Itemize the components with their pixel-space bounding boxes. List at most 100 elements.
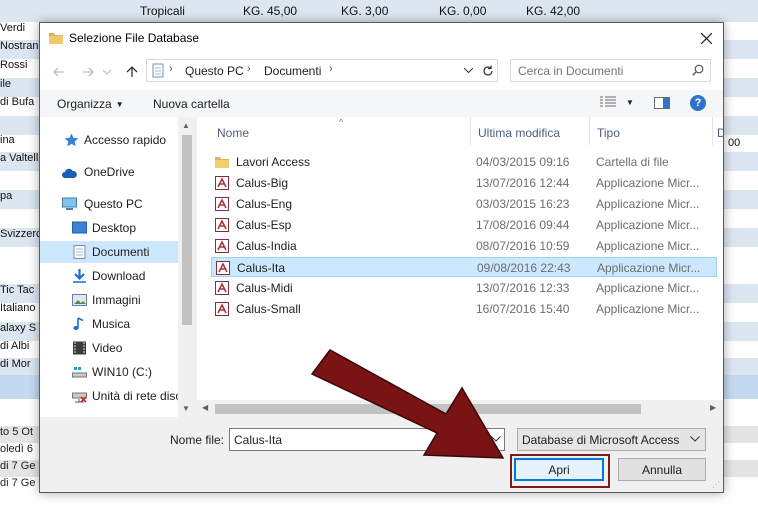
- sidebar-item-network-drive[interactable]: Unità di rete disc: [40, 385, 178, 407]
- command-toolbar: Organizza ▼ Nuova cartella ▼ ?: [40, 90, 723, 117]
- file-type: Applicazione Micr...: [596, 302, 700, 316]
- recent-locations-button[interactable]: [100, 62, 114, 82]
- address-bar[interactable]: › Questo PC › Documenti ›: [146, 59, 498, 82]
- file-type: Applicazione Micr...: [596, 176, 700, 190]
- sidebar-item-onedrive[interactable]: OneDrive: [40, 161, 178, 183]
- up-button[interactable]: [122, 62, 142, 82]
- new-folder-button[interactable]: Nuova cartella: [153, 97, 230, 111]
- file-row[interactable]: Calus-Big 13/07/2016 12:44 Applicazione Mi…: [211, 173, 717, 193]
- scrollbar-thumb[interactable]: [215, 404, 641, 414]
- address-dropdown-button[interactable]: [458, 59, 478, 82]
- file-type: Applicazione Micr...: [596, 197, 700, 211]
- sidebar-item-questo-pc[interactable]: Questo PC: [40, 193, 178, 215]
- background-row: [724, 59, 758, 78]
- view-dropdown-caret-icon[interactable]: ▼: [626, 98, 634, 107]
- background-row: [0, 172, 40, 191]
- cancel-button[interactable]: Annulla: [618, 458, 706, 481]
- filename-combobox[interactable]: [229, 428, 505, 451]
- file-row[interactable]: Calus-Small 16/07/2016 15:40 Applicazione …: [211, 299, 717, 319]
- back-button[interactable]: [49, 62, 69, 82]
- background-row: [724, 190, 758, 209]
- view-options-icon[interactable]: [600, 96, 616, 108]
- file-row[interactable]: Calus-Esp 17/08/2016 09:44 Applicazione Mi…: [211, 215, 717, 235]
- sidebar-item-immagini[interactable]: Immagini: [40, 289, 178, 311]
- resize-grip-icon[interactable]: ⋰: [712, 480, 720, 489]
- access-database-icon: [215, 281, 229, 295]
- file-modified: 13/07/2016 12:33: [476, 281, 570, 295]
- background-row: Italiano: [0, 302, 36, 314]
- sidebar-item-win10-drive[interactable]: WIN10 (C:): [40, 361, 178, 383]
- file-row[interactable]: Lavori Access 04/03/2015 09:16 Cartella di…: [211, 152, 717, 172]
- file-row[interactable]: Calus-Eng 03/03/2015 16:23 Applicazione Mi…: [211, 194, 717, 214]
- search-input[interactable]: [511, 60, 693, 81]
- close-button[interactable]: [689, 23, 723, 54]
- column-header-modified[interactable]: Ultima modifica: [471, 117, 589, 147]
- folder-icon: [215, 157, 229, 168]
- background-row: [724, 284, 758, 303]
- background-row: ina: [0, 134, 15, 146]
- search-box[interactable]: [510, 59, 711, 82]
- background-row: [724, 40, 758, 59]
- file-row[interactable]: Calus-Ita 09/08/2016 22:43 Applicazione Mi…: [211, 257, 717, 277]
- breadcrumb-questo-pc[interactable]: Questo PC: [185, 64, 244, 78]
- chevron-down-icon[interactable]: [491, 434, 501, 444]
- sidebar-item-label: Desktop: [92, 221, 137, 235]
- file-row[interactable]: Calus-India 08/07/2016 10:59 Applicazione …: [211, 236, 717, 256]
- sidebar-item-documenti[interactable]: Documenti: [40, 241, 178, 263]
- sidebar-item-download[interactable]: Download: [40, 265, 178, 287]
- forward-button[interactable]: [78, 62, 98, 82]
- download-icon: [73, 269, 86, 283]
- column-header-extra[interactable]: D: [713, 117, 723, 147]
- refresh-button[interactable]: [478, 59, 498, 82]
- sidebar-item-desktop[interactable]: Desktop: [40, 217, 178, 239]
- scroll-left-icon[interactable]: ◀: [202, 403, 208, 412]
- scroll-up-icon[interactable]: ▲: [182, 121, 190, 130]
- file-modified: 17/08/2016 09:44: [476, 218, 570, 232]
- sidebar-item-musica[interactable]: Musica: [40, 313, 178, 335]
- background-row: Svizzerc: [0, 228, 40, 247]
- scrollbar-thumb[interactable]: [182, 135, 192, 325]
- dialog-titlebar[interactable]: Selezione File Database: [40, 23, 723, 54]
- filename-input[interactable]: [230, 429, 489, 450]
- search-icon[interactable]: [692, 64, 704, 76]
- organize-button[interactable]: Organizza ▼: [57, 97, 124, 111]
- background-cell-3: KG. 0,00: [439, 4, 487, 18]
- navigation-pane-scrollbar[interactable]: ▲ ▼: [178, 117, 196, 417]
- background-row: [724, 116, 758, 135]
- preview-pane-icon[interactable]: [654, 97, 670, 109]
- help-icon[interactable]: ?: [690, 95, 706, 111]
- video-icon: [73, 341, 86, 355]
- scroll-down-icon[interactable]: ▼: [182, 404, 190, 413]
- background-row: di Albi: [0, 340, 30, 352]
- background-row: [724, 208, 758, 227]
- column-header-type[interactable]: Tipo: [590, 117, 712, 147]
- column-header-name[interactable]: Nome: [197, 117, 469, 147]
- sidebar-item-video[interactable]: Video: [40, 337, 178, 359]
- breadcrumb-documenti[interactable]: Documenti: [264, 64, 321, 78]
- breadcrumb-separator-icon: ›: [247, 63, 251, 75]
- file-list-horizontal-scrollbar[interactable]: ◀ ▶: [197, 400, 723, 417]
- network-drive-icon: [72, 392, 87, 403]
- access-database-icon: [215, 197, 229, 211]
- background-row: [724, 96, 758, 115]
- background-row: a Valtell: [0, 152, 40, 171]
- chevron-down-icon: [463, 68, 473, 73]
- dialog-title: Selezione File Database: [69, 31, 200, 45]
- file-modified: 04/03/2015 09:16: [476, 155, 570, 169]
- access-database-icon: [215, 302, 229, 316]
- access-database-icon: [216, 261, 230, 275]
- file-type: Cartella di file: [596, 155, 669, 169]
- column-header-label: Ultima modifica: [478, 126, 561, 140]
- navigation-bar: › Questo PC › Documenti ›: [40, 54, 723, 90]
- file-row[interactable]: Calus-Midi 13/07/2016 12:33 Applicazione M…: [211, 278, 717, 298]
- file-type: Applicazione Micr...: [597, 261, 701, 275]
- open-button[interactable]: Apri: [514, 458, 604, 481]
- background-row: [724, 172, 758, 191]
- background-row: ile: [0, 78, 40, 97]
- sidebar-item-accesso-rapido[interactable]: Accesso rapido: [40, 129, 178, 151]
- filename-label: Nome file:: [170, 433, 225, 447]
- filetype-select[interactable]: Database di Microsoft Access: [517, 428, 706, 451]
- scroll-right-icon[interactable]: ▶: [710, 403, 716, 412]
- column-header-label: Tipo: [597, 126, 620, 140]
- file-name: Calus-Small: [236, 302, 301, 316]
